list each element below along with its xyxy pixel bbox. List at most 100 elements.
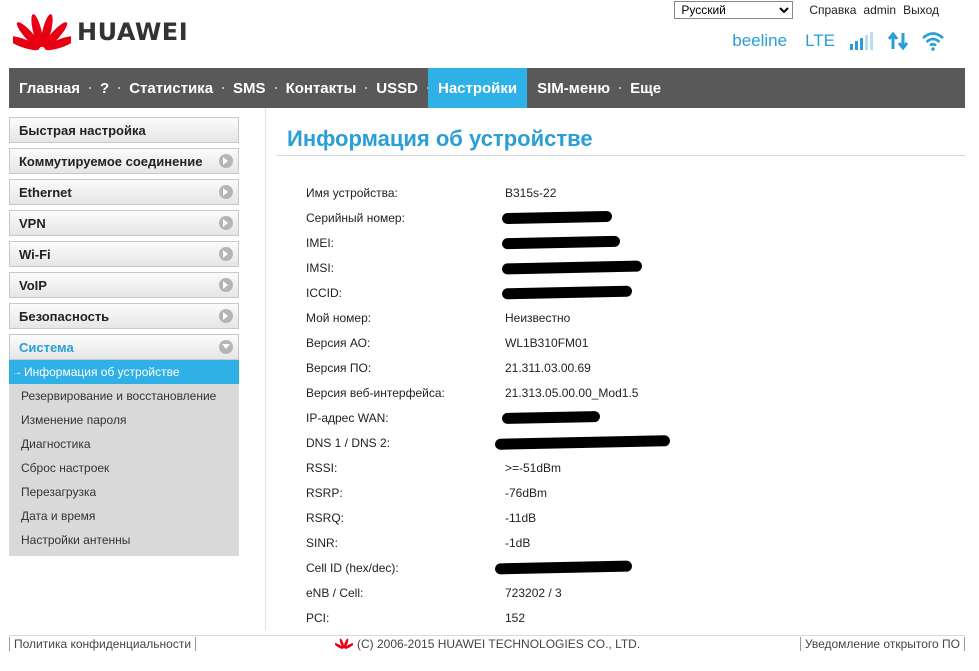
logout-link[interactable]: Выход <box>903 3 939 17</box>
info-value <box>494 560 633 574</box>
info-value: 723202 / 3 <box>505 585 562 600</box>
signal-strength-icon <box>849 32 875 50</box>
language-select[interactable]: Русский <box>674 1 794 19</box>
chevron-right-icon <box>219 185 233 199</box>
sidebar-section-5[interactable]: Wi-Fi <box>9 241 239 267</box>
info-label: Версия веб-интерфейса: <box>306 385 445 400</box>
submenu-item-1[interactable]: → Информация об устройстве <box>9 360 239 384</box>
info-label: SINR: <box>306 535 339 550</box>
info-row: Версия веб-интерфейса: 21.313.05.00.00_Mo… <box>306 380 638 405</box>
info-label: Cell ID (hex/dec): <box>306 560 399 575</box>
title-divider <box>276 155 965 156</box>
redaction-mark <box>501 235 621 249</box>
info-value: -11dB <box>505 510 537 525</box>
open-source-notice-link[interactable]: Уведомление открытого ПО <box>799 637 965 651</box>
sidebar-section-7[interactable]: Безопасность <box>9 303 239 329</box>
submenu-item-label: Настройки антенны <box>21 533 131 547</box>
nav-item-9[interactable]: Еще <box>620 68 671 108</box>
brand-name: HUAWEI <box>77 18 189 46</box>
top-links: Русский Справка admin Выход <box>674 1 939 19</box>
info-row: IMSI: <box>306 255 643 280</box>
info-value: 21.313.05.00.00_Mod1.5 <box>505 385 639 400</box>
info-value <box>501 285 633 299</box>
info-value: -76dBm <box>505 485 548 500</box>
info-row: RSSI: >=-51dBm <box>306 455 638 480</box>
chevron-right-icon <box>219 216 233 230</box>
info-row: eNB / Cell: 723202 / 3 <box>306 580 638 605</box>
sidebar: Быстрая настройка Коммутируемое соединени… <box>9 117 239 556</box>
submenu-item-5[interactable]: Сброс настроек <box>9 456 239 480</box>
info-row: IP-адрес WAN: <box>306 405 638 430</box>
sidebar-section-6[interactable]: VoIP <box>9 272 239 298</box>
info-row: DNS 1 / DNS 2: <box>306 430 671 455</box>
network-type: LTE <box>805 31 835 50</box>
submenu-item-7[interactable]: Дата и время <box>9 504 239 528</box>
submenu-item-label: Изменение пароля <box>21 413 127 427</box>
submenu-item-4[interactable]: Диагностика <box>9 432 239 456</box>
main-nav: Главная? Статистика SMS Контакты USSD Настрой… <box>9 68 965 108</box>
help-link[interactable]: Справка <box>809 3 856 17</box>
sidebar-section-3[interactable]: Ethernet <box>9 179 239 205</box>
info-value: >=-51dBm <box>505 460 562 475</box>
chevron-right-icon <box>219 154 233 168</box>
info-label: PCI: <box>306 610 330 625</box>
info-label: eNB / Cell: <box>306 585 364 600</box>
info-value <box>501 235 621 249</box>
sidebar-section-label: Ethernet <box>19 184 72 200</box>
nav-item-8[interactable]: SIM-меню <box>527 68 622 108</box>
redaction-mark <box>501 260 643 274</box>
submenu-item-3[interactable]: Изменение пароля <box>9 408 239 432</box>
info-row: Серийный номер: <box>306 205 638 230</box>
info-label: Версия АО: <box>306 335 371 350</box>
info-value: -1dB <box>505 535 531 550</box>
sidebar-section-8[interactable]: Система <box>9 334 239 360</box>
footer-divider <box>9 635 965 636</box>
info-row: Версия АО: WL1B310FM01 <box>306 330 638 355</box>
info-label: Версия ПО: <box>306 360 372 375</box>
info-row: Имя устройства: B315s-22 <box>306 180 638 205</box>
info-value: 152 <box>505 610 526 625</box>
chevron-right-icon <box>219 278 233 292</box>
info-row: RSRQ: -11dB <box>306 505 638 530</box>
device-info-table: Имя устройства: B315s-22 Серийный номер: IM… <box>306 180 671 630</box>
redaction-mark <box>494 434 671 450</box>
info-value: Неизвестно <box>505 310 571 325</box>
info-label: IMEI: <box>306 235 335 250</box>
nav-item-4[interactable]: SMS <box>223 68 277 108</box>
nav-item-3[interactable]: Статистика <box>119 68 224 108</box>
submenu-item-label: Резервирование и восстановление <box>21 389 217 403</box>
info-row: IMEI: <box>306 230 638 255</box>
submenu-item-6[interactable]: Перезагрузка <box>9 480 239 504</box>
sidebar-section-label: Быстрая настройка <box>19 122 146 138</box>
info-label: ICCID: <box>306 285 342 300</box>
wifi-icon <box>921 31 945 51</box>
nav-item-1[interactable]: Главная <box>9 68 92 108</box>
privacy-policy-link[interactable]: Политика конфиденциальности <box>9 637 197 651</box>
info-value: 21.311.03.00.69 <box>505 360 591 375</box>
nav-item-5[interactable]: Контакты <box>276 68 368 108</box>
nav-item-7[interactable]: Настройки <box>427 68 528 108</box>
sidebar-section-4[interactable]: VPN <box>9 210 239 236</box>
sidebar-submenu: → Информация об устройстве Резервирование … <box>9 360 239 556</box>
info-label: Серийный номер: <box>306 210 405 225</box>
submenu-item-label: Сброс настроек <box>21 461 110 475</box>
submenu-item-label: Перезагрузка <box>21 485 97 499</box>
sidebar-section-2[interactable]: Коммутируемое соединение <box>9 148 239 174</box>
info-row: Cell ID (hex/dec): <box>306 555 638 580</box>
info-value <box>501 260 643 274</box>
submenu-item-label: Дата и время <box>21 509 96 523</box>
submenu-item-8[interactable]: Настройки антенны <box>9 528 239 552</box>
sidebar-section-label: VPN <box>19 215 46 231</box>
status-bar: beeline LTE <box>732 31 945 51</box>
sidebar-section-label: Коммутируемое соединение <box>19 153 203 169</box>
sidebar-section-label: Система <box>19 339 74 355</box>
nav-item-6[interactable]: USSD <box>366 68 429 108</box>
redaction-mark <box>494 560 633 574</box>
info-row: ICCID: <box>306 280 638 305</box>
info-value <box>501 210 613 224</box>
redaction-mark <box>501 410 601 424</box>
submenu-item-2[interactable]: Резервирование и восстановление <box>9 384 239 408</box>
sidebar-section-1[interactable]: Быстрая настройка <box>9 117 239 143</box>
nav-item-2[interactable]: ? <box>90 68 121 108</box>
info-row: Версия ПО: 21.311.03.00.69 <box>306 355 638 380</box>
